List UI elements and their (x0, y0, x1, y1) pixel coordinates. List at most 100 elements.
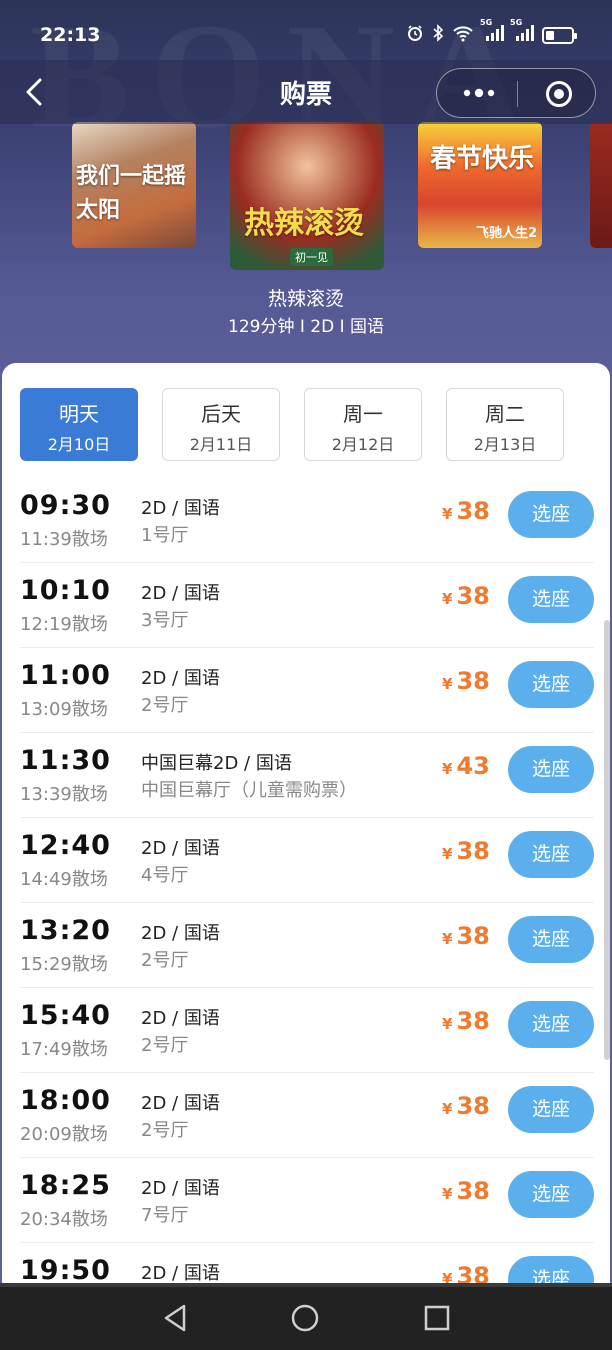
select-seat-button[interactable]: 选座 (508, 1001, 594, 1048)
showtime-row: 11:30 13:39散场 中国巨幕2D / 国语 中国巨幕厅（儿童需购票） ¥43 选座 (20, 733, 594, 818)
price-value: 38 (456, 1262, 490, 1283)
bluetooth-icon (432, 24, 444, 46)
end-time: 20:09散场 (20, 1124, 108, 1145)
showtime-row: 11:00 13:09散场 2D / 国语 2号厅 ¥38 选座 (20, 648, 594, 733)
price-value: 38 (456, 922, 490, 950)
close-miniprogram-button[interactable] (545, 80, 573, 112)
showtime-row: 12:40 14:49散场 2D / 国语 4号厅 ¥38 选座 (20, 818, 594, 903)
showtime-row: 10:10 12:19散场 2D / 国语 3号厅 ¥38 选座 (20, 563, 594, 648)
price-value: 43 (456, 752, 490, 780)
nav-bar: 购票 (0, 60, 612, 124)
date-tab-3[interactable]: 周二 2月13日 (446, 388, 564, 461)
back-nav-button[interactable] (160, 1303, 190, 1337)
currency-symbol: ¥ (442, 760, 453, 778)
poster-title: 春节快乐 (430, 144, 535, 174)
price: ¥38 (442, 1262, 490, 1283)
network-label: 5G (480, 18, 493, 27)
end-time: 14:49散场 (20, 869, 108, 890)
capsule-divider (517, 81, 518, 107)
select-seat-button[interactable]: 选座 (508, 916, 594, 963)
poster-1[interactable]: 我们一起摇太阳 (72, 122, 196, 248)
status-icons: 5G 5G (406, 18, 577, 46)
poster-2-selected[interactable]: 热辣滚烫 初一见 (230, 122, 384, 270)
date-tab-1[interactable]: 后天 2月11日 (162, 388, 280, 461)
format-language: 2D / 国语 (141, 1093, 220, 1114)
currency-symbol: ¥ (442, 1015, 453, 1033)
select-seat-button[interactable]: 选座 (508, 1171, 594, 1218)
price: ¥43 (442, 752, 490, 780)
movie-meta: 129分钟 I 2D I 国语 (228, 317, 384, 337)
format-language: 2D / 国语 (141, 498, 220, 519)
start-time: 13:20 (20, 915, 111, 946)
date-tab-2[interactable]: 周一 2月12日 (304, 388, 422, 461)
select-seat-button[interactable]: 选座 (508, 576, 594, 623)
end-time: 15:29散场 (20, 954, 108, 975)
date-tabs: 明天 2月10日 后天 2月11日 周一 2月12日 周二 2月13日 (20, 388, 564, 461)
price: ¥38 (442, 837, 490, 865)
poster-subtitle: 飞驰人生2 (476, 226, 538, 241)
select-seat-button[interactable]: 选座 (508, 831, 594, 878)
poster-3[interactable]: 春节快乐 飞驰人生2 (418, 122, 542, 248)
end-time: 13:09散场 (20, 699, 108, 720)
price-value: 38 (456, 1092, 490, 1120)
price-value: 38 (456, 497, 490, 525)
format-language: 2D / 国语 (141, 583, 220, 604)
format-language: 2D / 国语 (141, 1008, 220, 1029)
currency-symbol: ¥ (442, 675, 453, 693)
system-nav-bar (0, 1283, 612, 1350)
poster-title: 热辣滚烫 (244, 206, 364, 241)
target-icon (546, 81, 572, 107)
format-language: 2D / 国语 (141, 838, 220, 859)
more-dots-icon (463, 88, 495, 98)
showtime-row: 09:30 11:39散场 2D / 国语 1号厅 ¥38 选座 (20, 478, 594, 563)
hall-name: 2号厅 (141, 695, 189, 716)
price-value: 38 (456, 582, 490, 610)
select-seat-button[interactable]: 选座 (508, 1086, 594, 1133)
hall-name: 中国巨幕厅（儿童需购票） (141, 780, 357, 801)
wifi-icon (452, 24, 474, 46)
battery-icon (542, 26, 577, 44)
price-value: 38 (456, 1007, 490, 1035)
currency-symbol: ¥ (442, 930, 453, 948)
end-time: 17:49散场 (20, 1039, 108, 1060)
start-time: 18:25 (20, 1170, 111, 1201)
date-tab-name: 后天 (201, 402, 241, 426)
price-value: 38 (456, 667, 490, 695)
showtime-row: 18:00 20:09散场 2D / 国语 2号厅 ¥38 选座 (20, 1073, 594, 1158)
home-nav-button[interactable] (290, 1303, 320, 1337)
select-seat-button[interactable]: 选座 (508, 661, 594, 708)
format-language: 2D / 国语 (141, 1178, 220, 1199)
showtime-row: 15:40 17:49散场 2D / 国语 2号厅 ¥38 选座 (20, 988, 594, 1073)
select-seat-button[interactable]: 选座 (508, 1256, 594, 1283)
format-language: 2D / 国语 (141, 668, 220, 689)
scrollbar[interactable] (604, 620, 610, 1060)
date-tab-date: 2月12日 (331, 435, 395, 454)
network-label: 5G (510, 18, 523, 27)
hall-name: 4号厅 (141, 865, 189, 886)
price: ¥38 (442, 497, 490, 525)
recents-nav-button[interactable] (422, 1303, 452, 1337)
select-seat-button[interactable]: 选座 (508, 746, 594, 793)
hall-name: 3号厅 (141, 610, 189, 631)
more-button[interactable] (459, 83, 499, 103)
end-time: 13:39散场 (20, 784, 108, 805)
currency-symbol: ¥ (442, 1100, 453, 1118)
date-tab-name: 周二 (485, 402, 525, 426)
start-time: 10:10 (20, 575, 111, 606)
poster-4[interactable] (590, 122, 612, 248)
price-value: 38 (456, 1177, 490, 1205)
end-time: 20:34散场 (20, 1209, 108, 1230)
currency-symbol: ¥ (442, 1185, 453, 1203)
date-tab-date: 2月10日 (47, 435, 111, 454)
alarm-icon (406, 24, 424, 46)
select-seat-button[interactable]: 选座 (508, 491, 594, 538)
hall-name: 2号厅 (141, 1035, 189, 1056)
price: ¥38 (442, 922, 490, 950)
currency-symbol: ¥ (442, 590, 453, 608)
price: ¥38 (442, 1007, 490, 1035)
start-time: 11:00 (20, 660, 111, 691)
date-tab-name: 明天 (59, 402, 99, 426)
end-time: 12:19散场 (20, 614, 108, 635)
date-tab-0[interactable]: 明天 2月10日 (20, 388, 138, 461)
format-language: 2D / 国语 (141, 1263, 220, 1283)
